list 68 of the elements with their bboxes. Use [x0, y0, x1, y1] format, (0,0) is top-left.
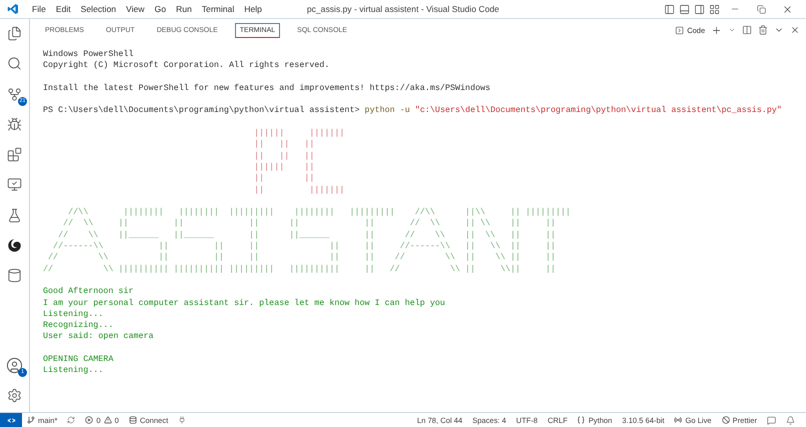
- terminal-line: Good Afternoon sir: [43, 286, 134, 298]
- menu-item[interactable]: Selection: [76, 4, 122, 14]
- terminal-line: I am your personal computer assistant sir. please let me know how I can help you: [43, 298, 446, 309]
- ascii-art-line: // \\ || || || || || // \\ || \\ || ||: [47, 252, 556, 264]
- plug-icon[interactable]: [178, 416, 186, 424]
- terminal-line: Listening...: [43, 365, 104, 377]
- terminal-command-line: PS C:\Users\dell\Documents\programing\python\virtual assistent> python -u "c:\Users\dell\Documents\programing\python\virtual assistent\pc_assis.py": [43, 105, 782, 117]
- error-icon: [85, 416, 94, 424]
- menu-item[interactable]: Terminal: [196, 4, 240, 14]
- window-title: pc_assis.py - virtual assistent - Visual Studio Code: [306, 4, 500, 14]
- close-icon[interactable]: [790, 25, 800, 35]
- terminal-line: Windows PowerShell: [43, 49, 134, 60]
- remote-button[interactable]: [0, 413, 22, 427]
- menu-item[interactable]: View: [121, 4, 150, 14]
- ascii-art-line: || || ||: [253, 139, 314, 151]
- ascii-art-line: |||||| |||||||: [253, 128, 345, 140]
- sync-icon[interactable]: [67, 416, 76, 424]
- remote-icon: [6, 416, 16, 424]
- menu-item[interactable]: Help: [239, 4, 267, 14]
- panel-right-icon[interactable]: [694, 4, 705, 14]
- files-icon[interactable]: [7, 26, 22, 41]
- ascii-art-line: // \\ ||______ ||______ || ||______ || // \\ || \\ || ||: [57, 230, 556, 242]
- account-icon[interactable]: [6, 356, 23, 374]
- terminal-icon: [675, 26, 684, 34]
- ascii-art-line: // \\ |||||||||| |||||||||| ||||||||| |||||||||| || // \\ || \\|| ||: [43, 264, 556, 275]
- split-icon[interactable]: [742, 25, 752, 35]
- trash-icon[interactable]: [758, 25, 768, 35]
- bug-icon[interactable]: [7, 116, 22, 132]
- ascii-art-line: || ||: [253, 173, 314, 185]
- feedback-icon[interactable]: [767, 416, 776, 424]
- ascii-art-line: || || ||: [253, 150, 314, 162]
- terminal-line: Listening...: [43, 308, 104, 320]
- panel-bottom-icon[interactable]: [679, 4, 690, 14]
- close-icon[interactable]: [782, 4, 792, 14]
- bell-icon[interactable]: [786, 416, 795, 424]
- monitor-icon[interactable]: [7, 177, 22, 192]
- ascii-art-line: // \\ || || || || || // \\ || \\ || ||: [62, 218, 556, 230]
- database-icon[interactable]: [7, 268, 22, 284]
- menu-item[interactable]: Run: [170, 4, 197, 14]
- blocks-icon[interactable]: [7, 147, 22, 162]
- prohibited-icon: [722, 416, 730, 424]
- menu-item[interactable]: File: [27, 4, 51, 14]
- menu-item[interactable]: Go: [150, 4, 171, 14]
- menu-item[interactable]: Edit: [50, 4, 76, 14]
- terminal-line: Recognizing...: [43, 320, 114, 332]
- broadcast-icon: [674, 416, 682, 424]
- ascii-art-line: || |||||||: [253, 184, 345, 196]
- terminal-line: User said: open camera: [43, 331, 154, 343]
- braces-icon: [577, 416, 586, 424]
- ascii-art-line: //------\\ || || || || || //------\\ || \\ || ||: [52, 241, 556, 252]
- chevron-down-icon[interactable]: [728, 26, 736, 34]
- plus-icon[interactable]: [711, 24, 722, 36]
- terminal-line: OPENING CAMERA: [43, 354, 114, 366]
- branch-icon: [27, 416, 35, 424]
- terminal-line: Copyright (C) Microsoft Corporation. All rights reserved.: [43, 60, 330, 72]
- panel-left-icon[interactable]: [664, 4, 675, 14]
- app-logo-icon: [7, 3, 19, 15]
- warning-icon: [104, 416, 112, 424]
- terminal-line: Install the latest PowerShell for new features and improvements! https://aka.ms/PSWindows: [43, 82, 490, 94]
- ascii-art-line: |||||| ||: [253, 162, 314, 174]
- ascii-art-line: //\\ |||||||| |||||||| ||||||||| |||||||| ||||||||| //\\ ||\\ || |||||||||: [67, 207, 571, 218]
- database-icon: [128, 416, 137, 424]
- restore-icon[interactable]: [756, 4, 766, 14]
- layout-icon[interactable]: [709, 4, 720, 14]
- swirl-logo-icon[interactable]: [7, 238, 22, 254]
- search-icon[interactable]: [7, 56, 22, 72]
- settings-icon[interactable]: [7, 388, 22, 403]
- flask-icon[interactable]: [7, 208, 22, 223]
